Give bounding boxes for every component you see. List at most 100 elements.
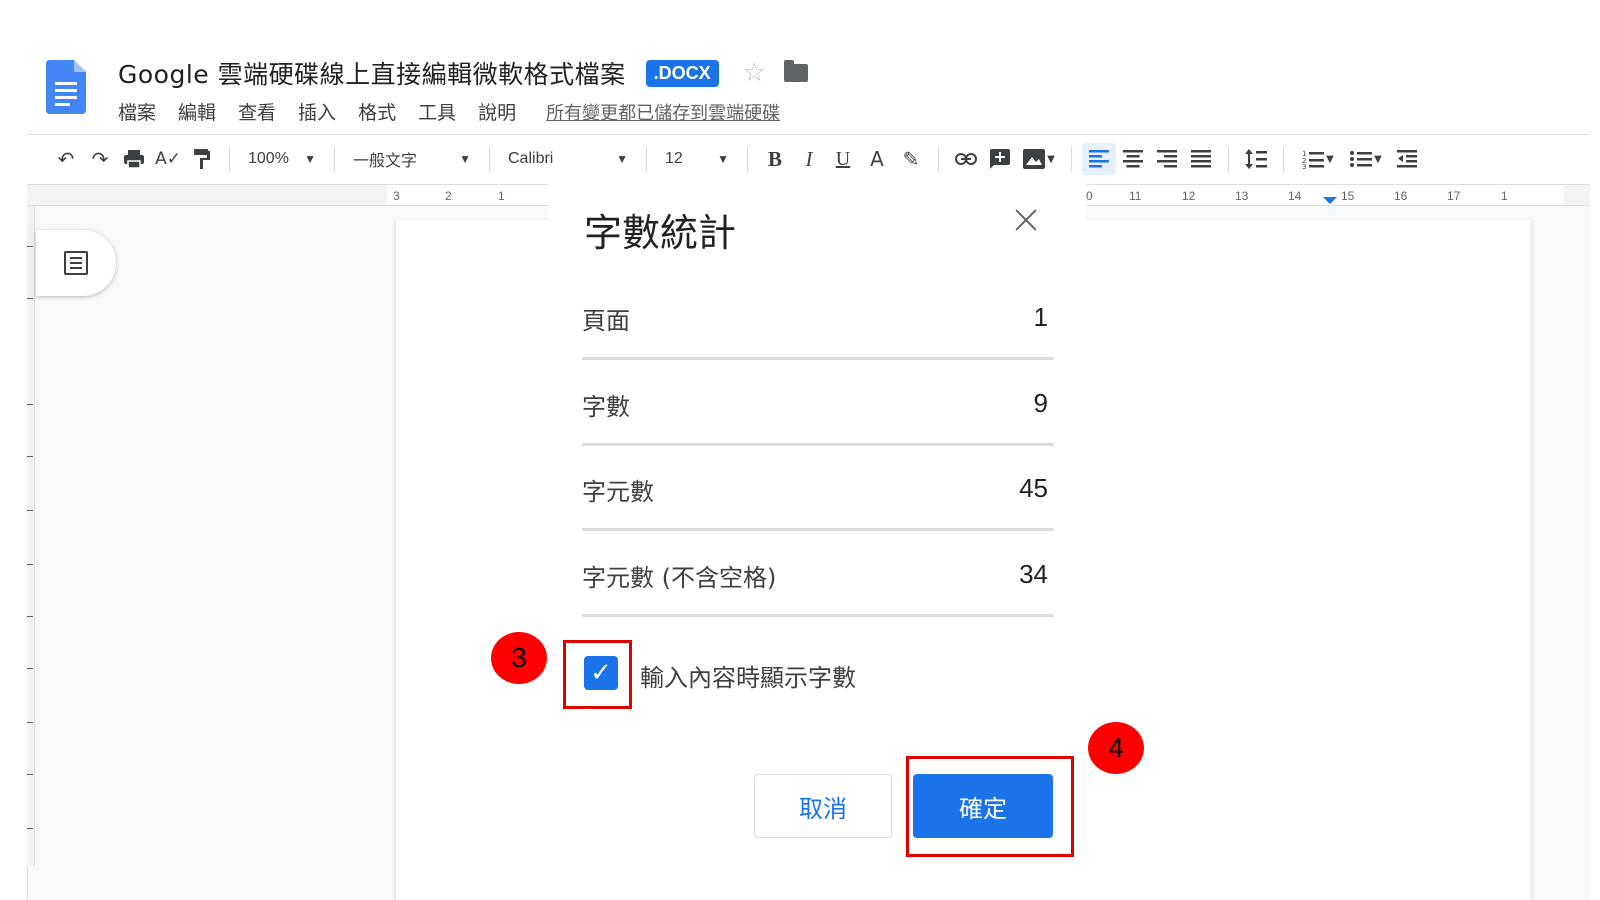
step-3-marker: 3 bbox=[491, 632, 547, 684]
font-value: Calibri bbox=[508, 150, 554, 167]
chevron-down-icon: ▼ bbox=[1047, 153, 1055, 165]
toolbar-separator bbox=[229, 146, 230, 172]
menu-tools[interactable]: 工具 bbox=[418, 98, 456, 125]
insert-image-icon[interactable]: ▼ bbox=[1017, 143, 1061, 175]
folder-icon[interactable] bbox=[783, 60, 808, 82]
menu-help[interactable]: 說明 bbox=[478, 98, 516, 125]
step-4-marker: 4 bbox=[1088, 722, 1144, 774]
toolbar-separator bbox=[1228, 146, 1229, 172]
ruler-number: 11 bbox=[1129, 189, 1142, 203]
ruler-tick bbox=[27, 774, 33, 775]
ruler-number: 3 bbox=[393, 189, 400, 203]
line-spacing-icon[interactable] bbox=[1239, 143, 1273, 175]
align-center-icon[interactable] bbox=[1116, 143, 1150, 175]
ok-highlight-box bbox=[906, 756, 1074, 857]
stat-value: 1 bbox=[1033, 302, 1048, 332]
toolbar: ↶ ↷ A✓ 100% ▼ 一般文字 ▼ Calibri ▼ 12 ▼ B I U A … bbox=[27, 138, 1590, 180]
chevron-down-icon: ▼ bbox=[616, 152, 628, 166]
stat-row-pages: 頁面 1 bbox=[582, 274, 1054, 360]
ruler-tick bbox=[27, 246, 33, 247]
stat-row-characters-no-spaces: 字元數 (不含空格) 34 bbox=[582, 531, 1054, 617]
google-docs-icon[interactable] bbox=[46, 60, 86, 114]
menu-file[interactable]: 檔案 bbox=[118, 98, 156, 125]
style-select[interactable]: 一般文字 ▼ bbox=[345, 143, 479, 175]
paint-format-icon[interactable] bbox=[185, 143, 219, 175]
stat-label: 頁面 bbox=[582, 307, 630, 335]
ruler-tick bbox=[27, 616, 33, 617]
toolbar-separator bbox=[938, 146, 939, 172]
menu-view[interactable]: 查看 bbox=[238, 98, 276, 125]
print-icon[interactable] bbox=[117, 143, 151, 175]
vertical-ruler[interactable] bbox=[27, 206, 35, 866]
zoom-select[interactable]: 100% ▼ bbox=[240, 143, 324, 175]
ruler-number: 1 bbox=[498, 189, 505, 203]
decrease-indent-icon[interactable] bbox=[1390, 143, 1424, 175]
ruler-tick bbox=[27, 668, 33, 669]
ruler-tick bbox=[27, 510, 33, 511]
chevron-down-icon: ▼ bbox=[459, 152, 471, 166]
document-title[interactable]: Google 雲端硬碟線上直接編輯微軟格式檔案 bbox=[118, 55, 626, 91]
bold-button[interactable]: B bbox=[758, 143, 792, 175]
toolbar-separator bbox=[646, 146, 647, 172]
underline-button[interactable]: U bbox=[826, 143, 860, 175]
ruler-tick bbox=[27, 298, 33, 299]
checkbox-highlight-box bbox=[563, 640, 632, 709]
toolbar-separator bbox=[334, 146, 335, 172]
file-format-badge: .DOCX bbox=[645, 59, 719, 87]
menu-edit[interactable]: 編輯 bbox=[178, 98, 216, 125]
align-left-icon[interactable] bbox=[1082, 143, 1116, 175]
cancel-button[interactable]: 取消 bbox=[754, 774, 892, 838]
chevron-down-icon: ▼ bbox=[717, 152, 729, 166]
stat-value: 45 bbox=[1019, 473, 1048, 503]
menu-bar: 檔案 編輯 查看 插入 格式 工具 說明 所有變更都已儲存到雲端硬碟 bbox=[118, 98, 780, 125]
ruler-tick bbox=[27, 828, 33, 829]
ruler-number: 16 bbox=[1394, 189, 1408, 203]
zoom-value: 100% bbox=[248, 150, 289, 167]
menu-insert[interactable]: 插入 bbox=[298, 98, 336, 125]
italic-button[interactable]: I bbox=[792, 143, 826, 175]
toolbar-divider bbox=[27, 134, 1590, 135]
link-icon[interactable] bbox=[949, 143, 983, 175]
undo-icon[interactable]: ↶ bbox=[49, 143, 83, 175]
stat-label: 字元數 bbox=[582, 478, 654, 506]
highlight-pen-icon[interactable]: ✎ bbox=[894, 143, 928, 175]
ruler-number: 15 bbox=[1341, 189, 1355, 203]
indent-marker[interactable] bbox=[1323, 197, 1337, 204]
toolbar-separator bbox=[489, 146, 490, 172]
stat-value: 34 bbox=[1019, 559, 1048, 589]
toolbar-separator bbox=[747, 146, 748, 172]
menu-format[interactable]: 格式 bbox=[358, 98, 396, 125]
spellcheck-icon[interactable]: A✓ bbox=[151, 143, 185, 175]
document-outline-button[interactable] bbox=[36, 230, 116, 296]
outline-list-icon bbox=[64, 251, 88, 275]
ruler-number: 2 bbox=[445, 189, 452, 203]
star-outline-icon[interactable]: ☆ bbox=[743, 58, 766, 88]
stat-row-characters: 字元數 45 bbox=[582, 445, 1054, 531]
close-icon[interactable] bbox=[1012, 206, 1040, 234]
align-justify-icon[interactable] bbox=[1184, 143, 1218, 175]
ruler-tick bbox=[27, 456, 33, 457]
ruler-number: 13 bbox=[1235, 189, 1249, 203]
stat-label: 字元數 (不含空格) bbox=[582, 564, 777, 592]
ruler-number: 0 bbox=[1086, 189, 1093, 203]
chevron-down-icon: ▼ bbox=[1326, 153, 1334, 165]
save-status[interactable]: 所有變更都已儲存到雲端硬碟 bbox=[546, 99, 780, 125]
ruler-number: 14 bbox=[1288, 189, 1302, 203]
ruler-number: 1 bbox=[1501, 189, 1508, 203]
text-color-button[interactable]: A bbox=[860, 143, 894, 175]
checkbox-label[interactable]: 輸入內容時顯示字數 bbox=[640, 658, 856, 693]
redo-icon[interactable]: ↷ bbox=[83, 143, 117, 175]
font-select[interactable]: Calibri ▼ bbox=[500, 143, 636, 175]
numbered-list-icon[interactable]: 1 2 3 ▼ bbox=[1294, 143, 1342, 175]
align-right-icon[interactable] bbox=[1150, 143, 1184, 175]
bulleted-list-icon[interactable]: ▼ bbox=[1342, 143, 1390, 175]
ruler-number: 12 bbox=[1182, 189, 1196, 203]
stat-value: 9 bbox=[1033, 388, 1048, 418]
ruler-tick bbox=[27, 564, 33, 565]
font-size-select[interactable]: 12 ▼ bbox=[657, 143, 737, 175]
add-comment-icon[interactable] bbox=[983, 143, 1017, 175]
chevron-down-icon: ▼ bbox=[304, 152, 316, 166]
stat-row-words: 字數 9 bbox=[582, 360, 1054, 446]
chevron-down-icon: ▼ bbox=[1374, 153, 1382, 165]
dialog-title: 字數統計 bbox=[584, 211, 737, 255]
